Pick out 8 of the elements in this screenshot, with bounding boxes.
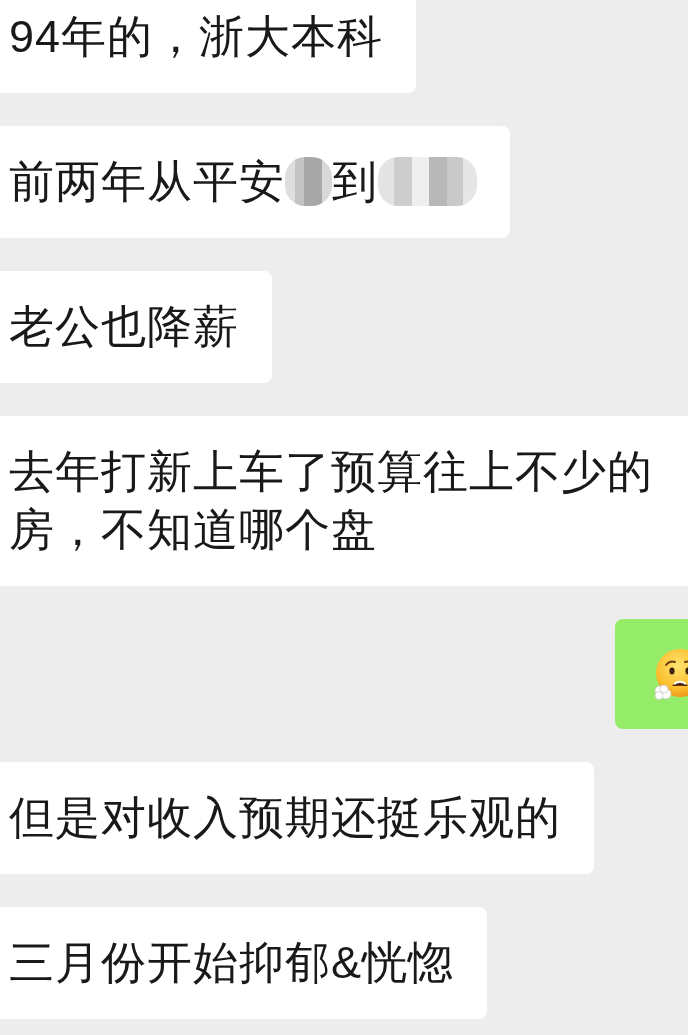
message-text: 但是对收入预期还挺乐观的 <box>9 791 561 845</box>
message-text: 老公也降薪 <box>9 300 239 354</box>
message-text: 到 <box>332 156 379 207</box>
message-text: 三月份开始抑郁&恍惚 <box>9 936 454 990</box>
blurred-redaction <box>285 156 333 206</box>
message-text: 前两年从平安 <box>9 156 285 207</box>
message-text: 94年的，浙大本科 <box>9 10 384 64</box>
message-text: 去年打新上车了预算往上不少的房，不知道哪个盘 <box>9 445 654 557</box>
